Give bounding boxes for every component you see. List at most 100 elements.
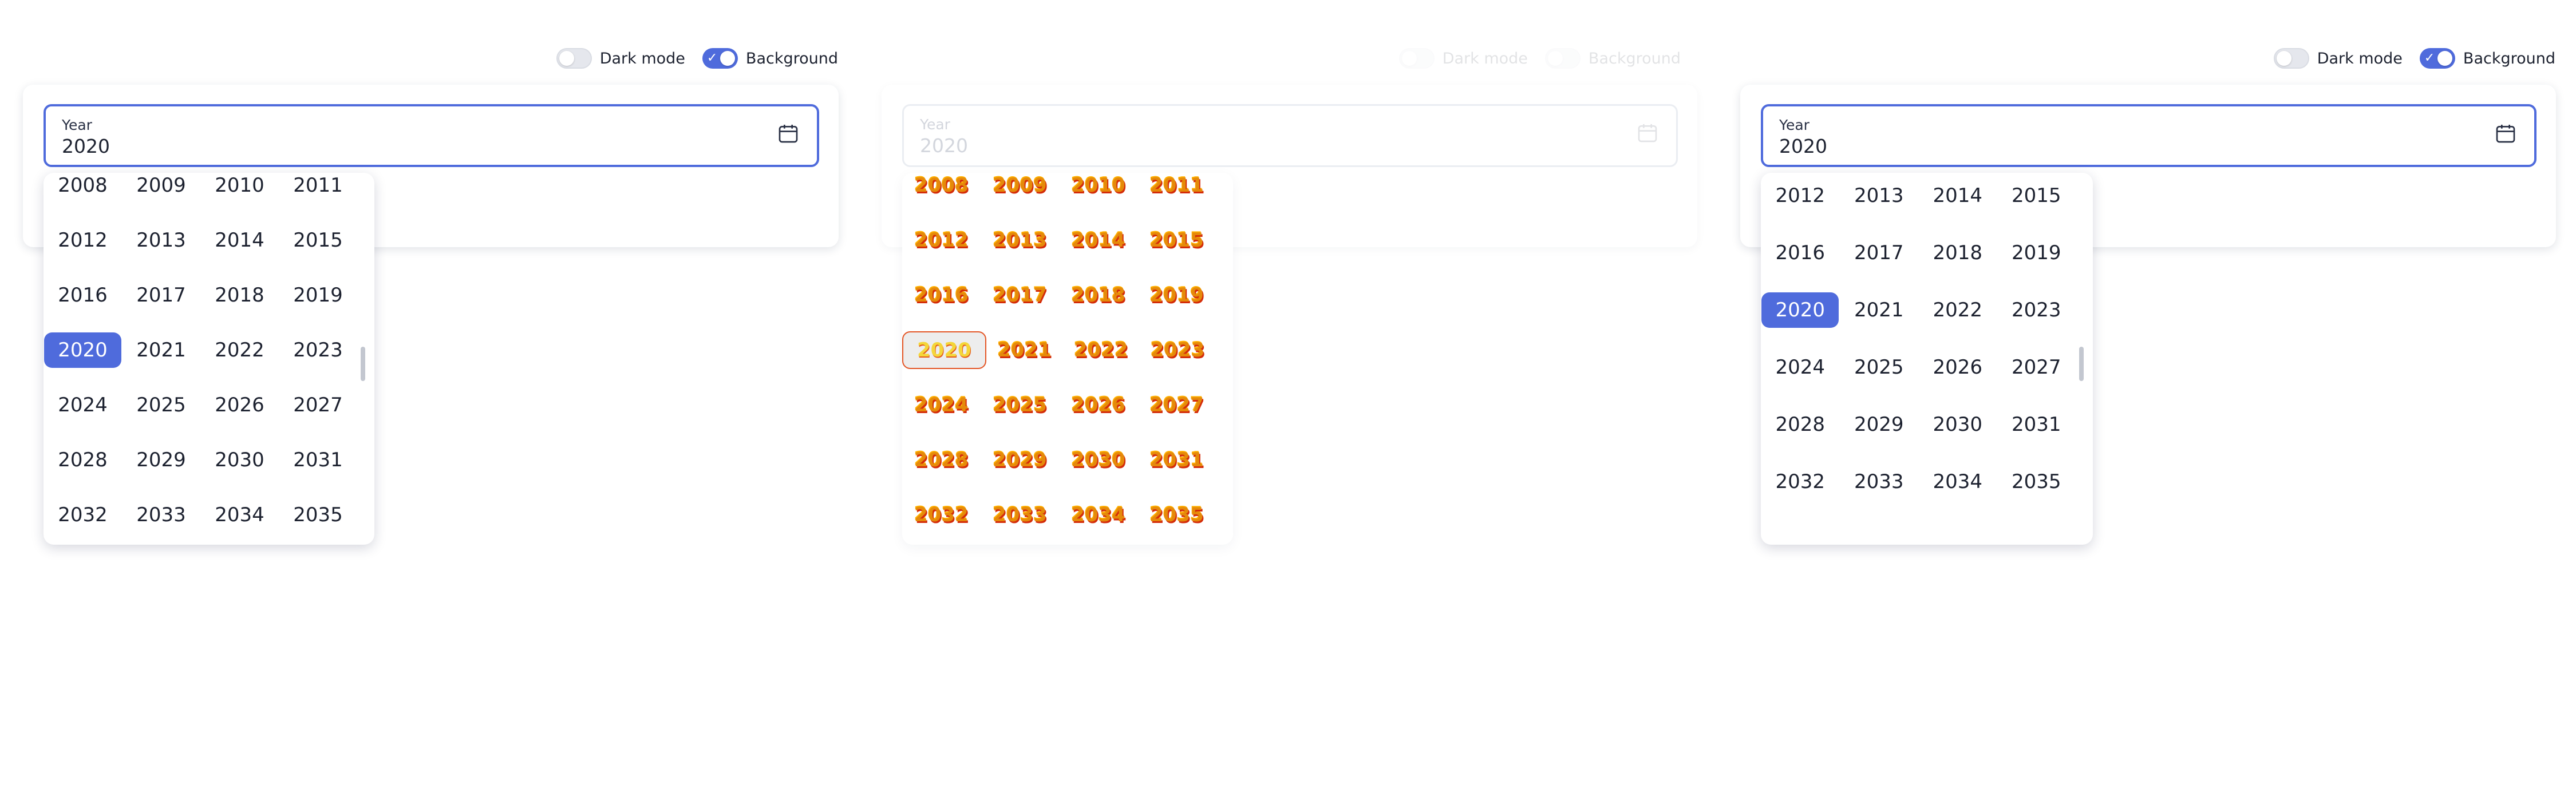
- dark-mode-label: Dark mode: [2317, 49, 2403, 68]
- year-option[interactable]: 2012: [44, 213, 122, 268]
- year-option[interactable]: 2031: [1997, 396, 2076, 453]
- year-option[interactable]: 2034: [200, 487, 279, 542]
- toggle-bar: Dark mode Background: [1398, 48, 1681, 69]
- dark-mode-switch[interactable]: [556, 48, 592, 69]
- dark-mode-toggle-group: Dark mode: [2273, 48, 2403, 69]
- background-switch[interactable]: ✓: [2419, 48, 2455, 69]
- year-option[interactable]: 2029: [1840, 396, 1919, 453]
- dropdown-scrollbar[interactable]: [361, 347, 365, 381]
- year-field[interactable]: Year 2020: [44, 104, 819, 167]
- year-option[interactable]: 2027: [279, 378, 357, 433]
- year-row: 2032 2033 2034 2035: [902, 487, 1216, 542]
- year-option: 2025: [993, 394, 1047, 417]
- year-option-selected[interactable]: 2020: [1761, 281, 1840, 339]
- year-field-value: 2020: [1779, 135, 1827, 157]
- year-option[interactable]: 2024: [1761, 339, 1840, 396]
- calendar-icon[interactable]: [2494, 122, 2517, 145]
- year-option[interactable]: 2022: [1918, 281, 1997, 339]
- background-toggle-group: ✓ Background: [2419, 48, 2555, 69]
- year-option[interactable]: 2025: [1840, 339, 1919, 396]
- background-switch: [1544, 48, 1581, 69]
- year-option[interactable]: 2030: [1918, 396, 1997, 453]
- year-option[interactable]: 2017: [1840, 224, 1919, 281]
- year-option[interactable]: 2013: [1840, 173, 1919, 224]
- year-option[interactable]: 2014: [200, 213, 279, 268]
- year-grid: 2008 2009 2010 2011 2012 2013 2014 2015 …: [44, 173, 357, 542]
- year-option: 2034: [1071, 503, 1125, 526]
- year-option[interactable]: 2013: [122, 213, 200, 268]
- dark-mode-label: Dark mode: [599, 49, 685, 68]
- year-option[interactable]: 2009: [122, 173, 200, 213]
- year-option[interactable]: 2026: [200, 378, 279, 433]
- dark-mode-switch[interactable]: [2273, 48, 2309, 69]
- year-row: 2028 2029 2030 2031: [44, 433, 357, 487]
- year-option: 2032: [914, 503, 969, 526]
- year-option[interactable]: 2014: [1918, 173, 1997, 224]
- year-row: 2020 2021 2022 2023: [902, 323, 1216, 378]
- year-dropdown: 2008 2009 2010 2011 2012 2013 2014 2015 …: [1761, 173, 2093, 545]
- year-option[interactable]: 2024: [44, 378, 122, 433]
- year-option[interactable]: 2027: [1997, 339, 2076, 396]
- year-option[interactable]: 2033: [1840, 453, 1919, 510]
- year-option[interactable]: 2032: [1761, 453, 1840, 510]
- year-option[interactable]: 2021: [1840, 281, 1919, 339]
- background-toggle-group: ✓ Background: [702, 48, 838, 69]
- year-row: 2028 2029 2030 2031: [902, 433, 1216, 487]
- year-grid: 2008 2009 2010 2011 2012 2013 2014 2015 …: [902, 173, 1216, 542]
- year-option[interactable]: 2018: [200, 268, 279, 323]
- year-option[interactable]: 2012: [1761, 173, 1840, 224]
- year-option[interactable]: 2028: [1761, 396, 1840, 453]
- year-row: 2012 2013 2014 2015: [902, 213, 1216, 268]
- year-option: 2013: [993, 229, 1047, 252]
- year-option[interactable]: 2018: [1918, 224, 1997, 281]
- year-option[interactable]: 2025: [122, 378, 200, 433]
- year-option[interactable]: 2022: [200, 323, 279, 378]
- calendar-icon[interactable]: [777, 122, 800, 145]
- year-option[interactable]: 2011: [279, 173, 357, 213]
- year-row: 2016 2017 2018 2019: [902, 268, 1216, 323]
- year-row: 2032 2033 2034 2035: [44, 487, 357, 542]
- year-option[interactable]: 2031: [279, 433, 357, 487]
- year-option[interactable]: 2019: [279, 268, 357, 323]
- year-option[interactable]: 2033: [122, 487, 200, 542]
- switch-knob: [720, 51, 735, 66]
- year-option[interactable]: 2016: [44, 268, 122, 323]
- year-option: 2008: [914, 174, 969, 197]
- year-field-value: 2020: [62, 135, 110, 157]
- year-option[interactable]: 2030: [200, 433, 279, 487]
- year-row: 2016 2017 2018 2019: [44, 268, 357, 323]
- date-picker-panel-scrolled: Dark mode ✓ Background Year 2020 2008 20…: [1717, 0, 2576, 801]
- year-option: 2028: [914, 449, 969, 471]
- year-option[interactable]: 2015: [279, 213, 357, 268]
- year-option[interactable]: 2019: [1997, 224, 2076, 281]
- year-field-label: Year: [920, 116, 950, 133]
- dropdown-scrollbar[interactable]: [2079, 347, 2084, 381]
- year-field-label: Year: [62, 117, 92, 133]
- year-option[interactable]: 2017: [122, 268, 200, 323]
- year-option[interactable]: 2021: [122, 323, 200, 378]
- year-option[interactable]: 2016: [1761, 224, 1840, 281]
- year-option[interactable]: 2008: [44, 173, 122, 213]
- year-option[interactable]: 2035: [279, 487, 357, 542]
- year-option[interactable]: 2023: [1997, 281, 2076, 339]
- year-option-selected[interactable]: 2020: [44, 323, 122, 378]
- dark-mode-toggle-group: Dark mode: [556, 48, 685, 69]
- year-option: 2022: [1073, 339, 1128, 362]
- year-row: 2028 2029 2030 2031: [1761, 396, 2076, 453]
- year-option: 2015: [1149, 229, 1204, 252]
- year-field: Year 2020: [902, 104, 1678, 167]
- year-option[interactable]: 2015: [1997, 173, 2076, 224]
- year-option[interactable]: 2032: [44, 487, 122, 542]
- year-field[interactable]: Year 2020: [1761, 104, 2537, 167]
- year-option[interactable]: 2028: [44, 433, 122, 487]
- year-option[interactable]: 2034: [1918, 453, 1997, 510]
- year-dropdown: 2008 2009 2010 2011 2012 2013 2014 2015 …: [902, 173, 1233, 545]
- toggle-bar: Dark mode ✓ Background: [556, 48, 838, 69]
- year-option[interactable]: 2010: [200, 173, 279, 213]
- year-option[interactable]: 2023: [279, 323, 357, 378]
- background-switch[interactable]: ✓: [702, 48, 738, 69]
- year-row: 2016 2017 2018 2019: [1761, 224, 2076, 281]
- year-option[interactable]: 2026: [1918, 339, 1997, 396]
- year-option[interactable]: 2029: [122, 433, 200, 487]
- year-option[interactable]: 2035: [1997, 453, 2076, 510]
